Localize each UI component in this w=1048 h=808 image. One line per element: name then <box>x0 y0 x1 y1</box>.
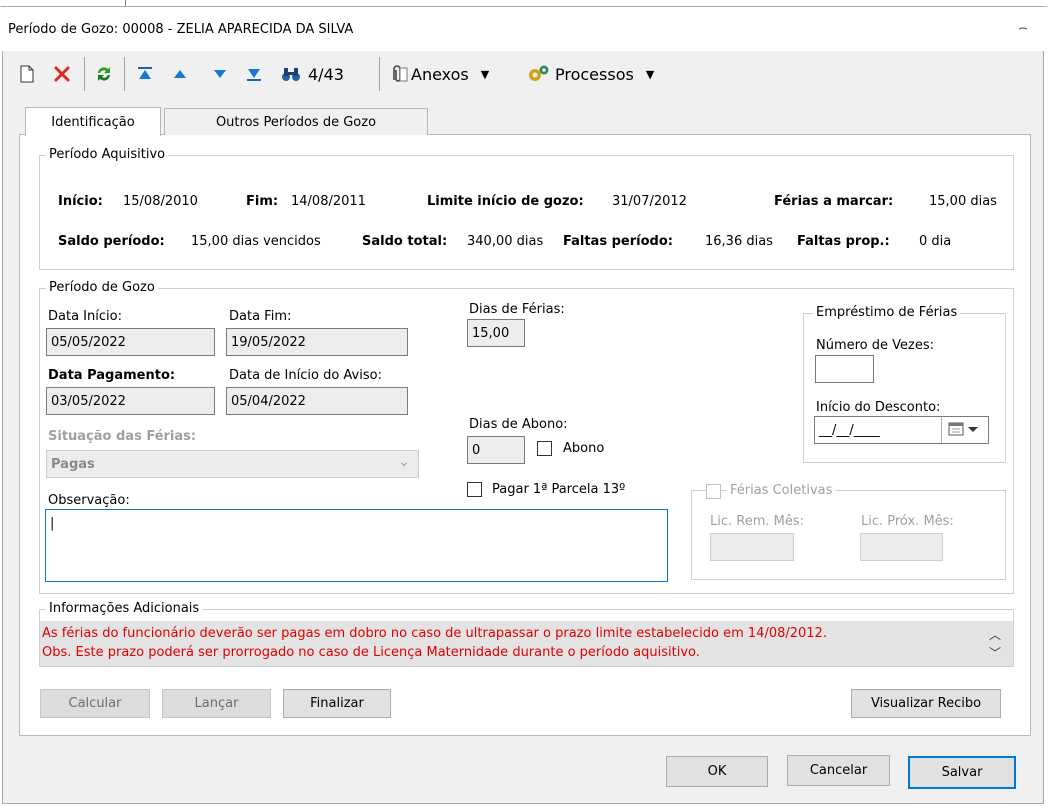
pagar-parcela-checkbox[interactable] <box>467 482 482 497</box>
new-record-icon[interactable] <box>17 62 37 86</box>
last-record-icon[interactable] <box>242 62 266 86</box>
first-record-icon[interactable] <box>133 62 157 86</box>
ferias-coletivas-label: Férias Coletivas <box>727 483 836 498</box>
lic-rem-field[interactable] <box>710 533 794 561</box>
data-aviso-field[interactable]: 05/04/2022 <box>226 387 408 415</box>
situacao-label: Situação das Férias: <box>48 429 197 444</box>
processes-label: Processos <box>555 64 634 84</box>
data-fim-label: Data Fim: <box>229 309 292 324</box>
scroll-up-icon[interactable]: ︿ <box>989 626 1001 643</box>
saldo-total-value: 340,00 dias <box>467 234 544 249</box>
salvar-button[interactable]: Salvar <box>908 756 1016 789</box>
ferias-marcar-value: 15,00 dias <box>929 194 997 209</box>
toolbar-separator <box>379 57 380 91</box>
ok-button[interactable]: OK <box>666 756 768 787</box>
chevron-down-icon: ▼ <box>645 67 655 81</box>
limite-label: Limite início de gozo: <box>427 194 584 209</box>
saldo-periodo-label: Saldo período: <box>58 234 165 249</box>
toolbar-separator <box>124 57 125 91</box>
attachments-menu-button[interactable]: Anexos ▼ <box>387 60 517 88</box>
fim-value: 14/08/2011 <box>291 194 366 209</box>
data-fim-field[interactable]: 19/05/2022 <box>226 328 408 356</box>
tab-identificacao[interactable]: Identificação <box>25 107 161 136</box>
inicio-desconto-value: __/__/____ <box>819 423 880 438</box>
window-title: Período de Gozo: 00008 - ZELIA APARECIDA… <box>8 22 354 37</box>
dias-abono-label: Dias de Abono: <box>469 417 568 432</box>
cancelar-button[interactable]: Cancelar <box>787 755 890 786</box>
scroll-down-icon[interactable]: ﹀ <box>989 644 1001 661</box>
delete-icon[interactable] <box>50 62 74 86</box>
lic-prox-label: Lic. Próx. Mês: <box>861 514 954 529</box>
inicio-desconto-label: Início do Desconto: <box>816 400 941 415</box>
processes-menu-button[interactable]: Processos ▼ <box>527 60 677 88</box>
fim-label: Fim: <box>246 194 279 209</box>
lancar-button[interactable]: Lançar <box>162 689 271 718</box>
periodo-aquisitivo-group <box>39 155 1014 270</box>
attachments-label: Anexos <box>411 64 469 84</box>
calendar-icon[interactable] <box>948 421 982 441</box>
group-title: Empréstimo de Férias <box>813 305 961 320</box>
lic-prox-field[interactable] <box>860 533 943 561</box>
lic-rem-label: Lic. Rem. Mês: <box>710 514 805 529</box>
data-pagamento-field[interactable]: 03/05/2022 <box>46 387 215 415</box>
situacao-select[interactable]: Pagas ⌄ <box>46 450 419 478</box>
dias-ferias-field[interactable]: 15,00 <box>467 319 525 347</box>
toolbar-separator <box>84 57 85 91</box>
dias-ferias-label: Dias de Férias: <box>469 302 565 317</box>
chevron-down-icon: ▼ <box>480 67 490 81</box>
faltas-prop-label: Faltas prop.: <box>797 234 890 249</box>
faltas-prop-value: 0 dia <box>919 234 952 249</box>
data-aviso-label: Data de Início do Aviso: <box>229 368 382 383</box>
saldo-total-label: Saldo total: <box>362 234 448 249</box>
paperclip-icon <box>393 65 408 82</box>
situacao-value: Pagas <box>51 457 95 472</box>
numero-vezes-field[interactable] <box>815 355 874 383</box>
inicio-value: 15/08/2010 <box>123 194 198 209</box>
record-position: 4/43 <box>308 65 344 84</box>
previous-record-icon[interactable] <box>168 62 192 86</box>
tab-label: Identificação <box>51 114 135 130</box>
observacao-textarea[interactable]: | <box>45 509 668 582</box>
calcular-button[interactable]: Calcular <box>40 689 150 718</box>
faltas-periodo-label: Faltas período: <box>563 234 673 249</box>
observacao-label: Observação: <box>48 493 130 508</box>
close-icon[interactable]: ⌢ <box>1013 18 1033 38</box>
numero-vezes-label: Número de Vezes: <box>816 338 935 353</box>
tab-outros-periodos[interactable]: Outros Períodos de Gozo <box>164 108 428 135</box>
saldo-periodo-value: 15,00 dias vencidos <box>191 234 321 249</box>
dias-abono-field[interactable]: 0 <box>467 436 525 464</box>
limite-value: 31/07/2012 <box>612 194 687 209</box>
gears-icon <box>529 65 549 81</box>
data-inicio-field[interactable]: 05/05/2022 <box>46 328 215 356</box>
faltas-periodo-value: 16,36 dias <box>705 234 773 249</box>
inicio-label: Início: <box>58 194 103 209</box>
chevron-down-icon: ⌄ <box>398 454 410 470</box>
finalizar-button[interactable]: Finalizar <box>283 689 391 718</box>
group-title: Período de Gozo <box>46 280 158 295</box>
toolbar <box>3 51 1043 97</box>
pagar-parcela-label: Pagar 1ª Parcela 13º <box>492 482 626 497</box>
visualizar-recibo-button[interactable]: Visualizar Recibo <box>851 689 1001 718</box>
data-pagamento-label: Data Pagamento: <box>48 368 176 383</box>
ferias-marcar-label: Férias a marcar: <box>774 194 894 209</box>
abono-checkbox[interactable] <box>537 441 552 456</box>
text-cursor: | <box>50 516 55 531</box>
inicio-desconto-field[interactable]: __/__/____ <box>814 416 989 444</box>
abono-label: Abono <box>563 441 605 456</box>
binoculars-icon[interactable] <box>278 62 304 86</box>
group-title: Informações Adicionais <box>46 601 203 616</box>
ferias-coletivas-checkbox[interactable] <box>706 484 721 499</box>
group-title: Período Aquisitivo <box>46 147 169 162</box>
info-line-1: As férias do funcionário deverão ser pag… <box>42 626 827 641</box>
data-inicio-label: Data Início: <box>48 309 122 324</box>
info-line-2: Obs. Este prazo poderá ser prorrogado no… <box>42 645 700 660</box>
refresh-icon[interactable] <box>91 62 117 86</box>
tab-label: Outros Períodos de Gozo <box>215 114 377 130</box>
next-record-icon[interactable] <box>208 62 232 86</box>
